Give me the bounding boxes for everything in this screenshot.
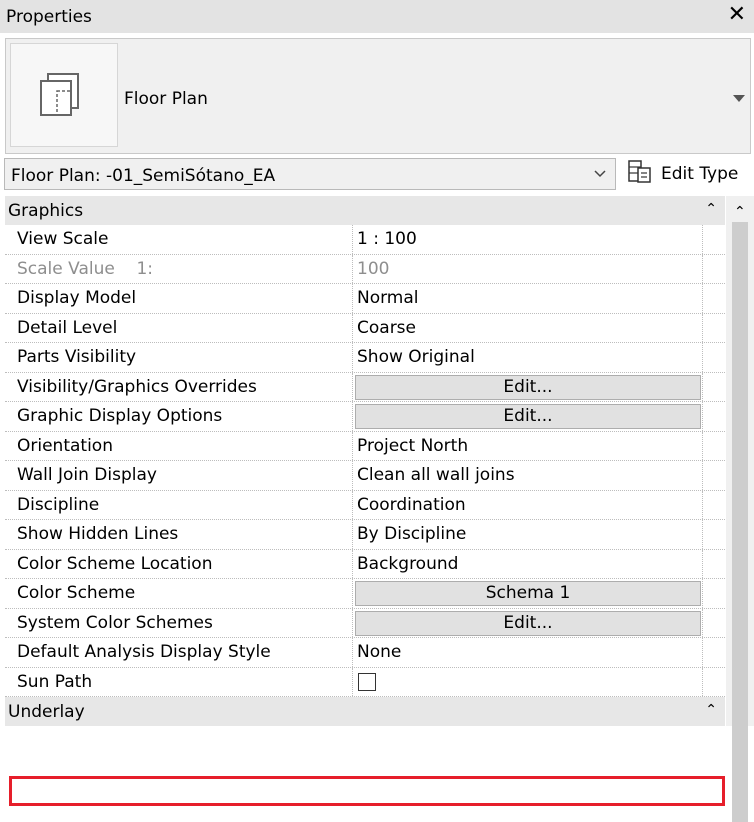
group-header-graphics[interactable]: Graphics ⌃ bbox=[5, 196, 725, 225]
edit-type-icon bbox=[627, 159, 653, 190]
property-value[interactable]: Coarse bbox=[357, 318, 416, 338]
properties-title-bar: Properties ✕ bbox=[0, 0, 754, 33]
collapse-icon[interactable]: ⌃ bbox=[705, 201, 717, 217]
group-label: Graphics bbox=[8, 201, 84, 221]
scroll-up-icon[interactable]: ⌃ bbox=[734, 204, 746, 220]
property-name: Visibility/Graphics Overrides bbox=[17, 376, 257, 397]
type-selector[interactable]: Floor Plan bbox=[5, 38, 751, 154]
sun-path-checkbox[interactable] bbox=[358, 672, 376, 691]
property-row: Graphic Display Options Edit... bbox=[5, 402, 725, 432]
property-value[interactable]: None bbox=[357, 642, 401, 662]
type-name: Floor Plan bbox=[124, 89, 208, 109]
group-header-underlay[interactable]: Underlay ⌃ bbox=[5, 697, 725, 726]
property-row[interactable]: Display Model Normal bbox=[5, 284, 725, 314]
property-name: System Color Schemes bbox=[17, 612, 213, 633]
property-row[interactable]: Color Scheme Location Background bbox=[5, 549, 725, 579]
floor-plan-thumbnail-icon bbox=[10, 43, 118, 147]
property-value[interactable]: Clean all wall joins bbox=[357, 465, 515, 485]
property-row[interactable]: Discipline Coordination bbox=[5, 490, 725, 520]
property-row: Color Scheme Schema 1 bbox=[5, 579, 725, 609]
edit-type-button[interactable]: Edit Type bbox=[627, 159, 739, 190]
collapse-icon[interactable]: ⌃ bbox=[705, 702, 717, 718]
property-value[interactable]: Coordination bbox=[357, 495, 466, 515]
panel-title: Properties bbox=[6, 7, 92, 27]
instance-filter-select[interactable]: Floor Plan: -01_SemiSótano_EA bbox=[4, 158, 616, 190]
property-name: Show Hidden Lines bbox=[17, 524, 179, 544]
chevron-down-icon[interactable] bbox=[593, 165, 607, 185]
property-row[interactable]: View Scale 1 : 100 bbox=[5, 225, 725, 255]
color-scheme-highlight bbox=[9, 776, 725, 806]
property-value[interactable]: Show Original bbox=[357, 347, 475, 367]
property-name: Wall Join Display bbox=[17, 465, 157, 485]
property-row[interactable]: Detail Level Coarse bbox=[5, 313, 725, 343]
property-row[interactable]: Orientation Project North bbox=[5, 431, 725, 461]
property-value[interactable]: Background bbox=[357, 554, 458, 574]
properties-grid: Graphics ⌃ View Scale 1 : 100 Scale Valu… bbox=[5, 196, 725, 806]
close-icon[interactable]: ✕ bbox=[728, 3, 746, 27]
property-name: Color Scheme Location bbox=[17, 553, 213, 574]
property-name: Display Model bbox=[17, 288, 137, 308]
type-dropdown-arrow-icon[interactable] bbox=[733, 95, 745, 102]
property-name: Graphic Display Options bbox=[17, 406, 223, 426]
property-row[interactable]: Show Hidden Lines By Discipline bbox=[5, 520, 725, 550]
vertical-scrollbar[interactable]: ⌃ bbox=[726, 196, 754, 822]
property-row[interactable]: Wall Join Display Clean all wall joins bbox=[5, 461, 725, 491]
instance-bar: Floor Plan: -01_SemiSótano_EA Edit Type bbox=[0, 158, 754, 192]
group-label: Underlay bbox=[8, 702, 85, 722]
property-name: Sun Path bbox=[17, 671, 93, 692]
edit-button[interactable]: Edit... bbox=[355, 404, 701, 429]
edit-button[interactable]: Edit... bbox=[355, 374, 701, 400]
property-row: Visibility/Graphics Overrides Edit... bbox=[5, 372, 725, 402]
property-name: Discipline bbox=[17, 494, 100, 515]
property-name: Orientation bbox=[17, 435, 113, 456]
instance-filter-value: Floor Plan: -01_SemiSótano_EA bbox=[11, 166, 276, 186]
property-name: Scale Value 1: bbox=[17, 258, 153, 279]
property-row: System Color Schemes Edit... bbox=[5, 608, 725, 638]
property-name: Parts Visibility bbox=[17, 347, 137, 367]
property-name: View Scale bbox=[17, 229, 109, 249]
property-value[interactable]: Project North bbox=[357, 436, 468, 456]
property-value[interactable]: By Discipline bbox=[357, 524, 466, 544]
property-row[interactable]: Parts Visibility Show Original bbox=[5, 343, 725, 373]
property-row: Scale Value 1: 100 bbox=[5, 254, 725, 284]
property-name: Default Analysis Display Style bbox=[17, 642, 271, 662]
property-row: Sun Path bbox=[5, 667, 725, 697]
property-name: Color Scheme bbox=[17, 583, 136, 603]
property-value[interactable]: Normal bbox=[357, 288, 419, 308]
edit-type-label: Edit Type bbox=[661, 164, 739, 184]
property-row[interactable]: Default Analysis Display Style None bbox=[5, 638, 725, 668]
edit-button[interactable]: Edit... bbox=[355, 610, 701, 636]
scrollbar-thumb[interactable] bbox=[732, 222, 748, 822]
property-value: 100 bbox=[357, 258, 390, 279]
property-value[interactable]: 1 : 100 bbox=[357, 229, 417, 249]
color-scheme-button[interactable]: Schema 1 bbox=[355, 581, 701, 606]
property-name: Detail Level bbox=[17, 317, 118, 338]
